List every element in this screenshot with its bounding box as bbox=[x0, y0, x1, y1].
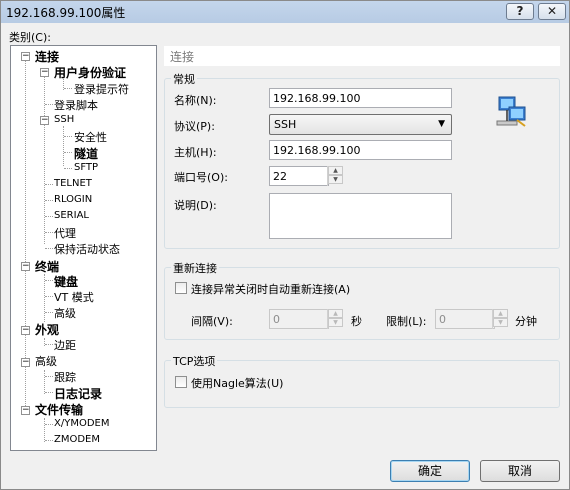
host-input[interactable]: 192.168.99.100 bbox=[269, 140, 452, 160]
collapse-icon[interactable]: − bbox=[21, 406, 30, 415]
section-header: 连接 bbox=[164, 46, 560, 66]
ok-button[interactable]: 确定 bbox=[390, 460, 470, 482]
auto-reconnect-checkbox[interactable] bbox=[175, 282, 187, 294]
host-label: 主机(H): bbox=[174, 146, 217, 159]
interval-stepper[interactable]: ▲ ▼ bbox=[327, 309, 343, 329]
title-bar[interactable]: 192.168.99.100属性 ? ✕ bbox=[1, 1, 569, 23]
spin-down-icon[interactable]: ▼ bbox=[328, 175, 343, 184]
nagle-checkbox[interactable] bbox=[175, 376, 187, 388]
network-computers-icon bbox=[496, 96, 526, 127]
tree-item-keepalive[interactable]: 保持活动状态 bbox=[54, 241, 120, 257]
help-button[interactable]: ? bbox=[506, 3, 534, 20]
tree-item-advanced-terminal[interactable]: 高级 bbox=[54, 305, 76, 321]
tree-item-telnet[interactable]: TELNET bbox=[54, 178, 92, 189]
tree-item-zmodem[interactable]: ZMODEM bbox=[54, 434, 100, 445]
tree-item-logging[interactable]: 日志记录 bbox=[54, 385, 102, 402]
tree-item-login-prompt[interactable]: 登录提示符 bbox=[74, 81, 129, 97]
protocol-select[interactable]: SSH ▼ bbox=[269, 114, 452, 135]
category-label: 类别(C): bbox=[9, 31, 51, 44]
seconds-label: 秒 bbox=[351, 315, 362, 328]
collapse-icon[interactable]: − bbox=[21, 358, 30, 367]
category-tree[interactable]: − 连接 − 用户身份验证 登录提示符 登录脚本 − SSH 安全性 隧道 SF… bbox=[10, 45, 157, 451]
port-input[interactable]: 22 bbox=[269, 166, 329, 186]
tree-item-user-auth[interactable]: 用户身份验证 bbox=[54, 64, 126, 81]
close-button[interactable]: ✕ bbox=[538, 3, 566, 20]
dropdown-arrow-icon: ▼ bbox=[438, 119, 445, 129]
collapse-icon[interactable]: − bbox=[21, 326, 30, 335]
collapse-icon[interactable]: − bbox=[40, 116, 49, 125]
spin-up-icon[interactable]: ▲ bbox=[328, 166, 343, 175]
nagle-label: 使用Nagle算法(U) bbox=[191, 377, 284, 390]
cancel-button[interactable]: 取消 bbox=[480, 460, 560, 482]
collapse-icon[interactable]: − bbox=[21, 262, 30, 271]
desc-label: 说明(D): bbox=[174, 199, 217, 212]
collapse-icon[interactable]: − bbox=[40, 68, 49, 77]
spin-up-icon[interactable]: ▲ bbox=[493, 309, 508, 318]
description-textarea[interactable] bbox=[269, 193, 452, 239]
tree-item-sftp[interactable]: SFTP bbox=[74, 162, 98, 173]
window-title: 192.168.99.100属性 bbox=[6, 6, 126, 20]
tree-item-login-script[interactable]: 登录脚本 bbox=[54, 97, 98, 113]
tree-item-appearance[interactable]: 外观 bbox=[35, 321, 59, 338]
auto-reconnect-label: 连接异常关闭时自动重新连接(A) bbox=[191, 283, 351, 296]
properties-dialog: 192.168.99.100属性 ? ✕ 类别(C): − 连接 − 用户身份验… bbox=[0, 0, 570, 490]
interval-label: 间隔(V): bbox=[191, 315, 233, 328]
tree-item-xymodem[interactable]: X/YMODEM bbox=[54, 418, 109, 429]
tree-item-security[interactable]: 安全性 bbox=[74, 129, 107, 145]
minutes-label: 分钟 bbox=[515, 315, 537, 328]
tree-item-connection[interactable]: 连接 bbox=[35, 48, 59, 65]
tree-item-advanced[interactable]: 高级 bbox=[35, 353, 57, 369]
tree-item-rlogin[interactable]: RLOGIN bbox=[54, 194, 92, 205]
tree-item-file-transfer[interactable]: 文件传输 bbox=[35, 401, 83, 418]
reconnect-group bbox=[164, 267, 560, 340]
tree-item-trace[interactable]: 跟踪 bbox=[54, 369, 76, 385]
tree-item-vt-mode[interactable]: VT 模式 bbox=[54, 289, 94, 305]
name-label: 名称(N): bbox=[174, 94, 217, 107]
tree-item-serial[interactable]: SERIAL bbox=[54, 210, 89, 221]
tcp-group-title: TCP选项 bbox=[171, 353, 218, 369]
spin-up-icon[interactable]: ▲ bbox=[328, 309, 343, 318]
tree-item-margin[interactable]: 边距 bbox=[54, 337, 76, 353]
tree-item-ssh[interactable]: SSH bbox=[54, 114, 74, 125]
name-input[interactable]: 192.168.99.100 bbox=[269, 88, 452, 108]
limit-label: 限制(L): bbox=[386, 315, 427, 328]
reconnect-group-title: 重新连接 bbox=[171, 260, 219, 276]
protocol-select-value: SSH bbox=[274, 118, 297, 131]
tree-item-tunnel[interactable]: 隧道 bbox=[74, 145, 98, 162]
tree-item-keyboard[interactable]: 键盘 bbox=[54, 273, 78, 290]
general-group-title: 常规 bbox=[171, 71, 197, 87]
spin-down-icon[interactable]: ▼ bbox=[493, 318, 508, 327]
limit-stepper[interactable]: ▲ ▼ bbox=[492, 309, 508, 329]
port-label: 端口号(O): bbox=[174, 171, 228, 184]
collapse-icon[interactable]: − bbox=[21, 52, 30, 61]
port-stepper[interactable]: ▲ ▼ bbox=[327, 166, 343, 186]
limit-input[interactable]: 0 bbox=[435, 309, 495, 329]
tree-item-proxy[interactable]: 代理 bbox=[54, 225, 76, 241]
interval-input[interactable]: 0 bbox=[269, 309, 329, 329]
spin-down-icon[interactable]: ▼ bbox=[328, 318, 343, 327]
protocol-label: 协议(P): bbox=[174, 120, 215, 133]
